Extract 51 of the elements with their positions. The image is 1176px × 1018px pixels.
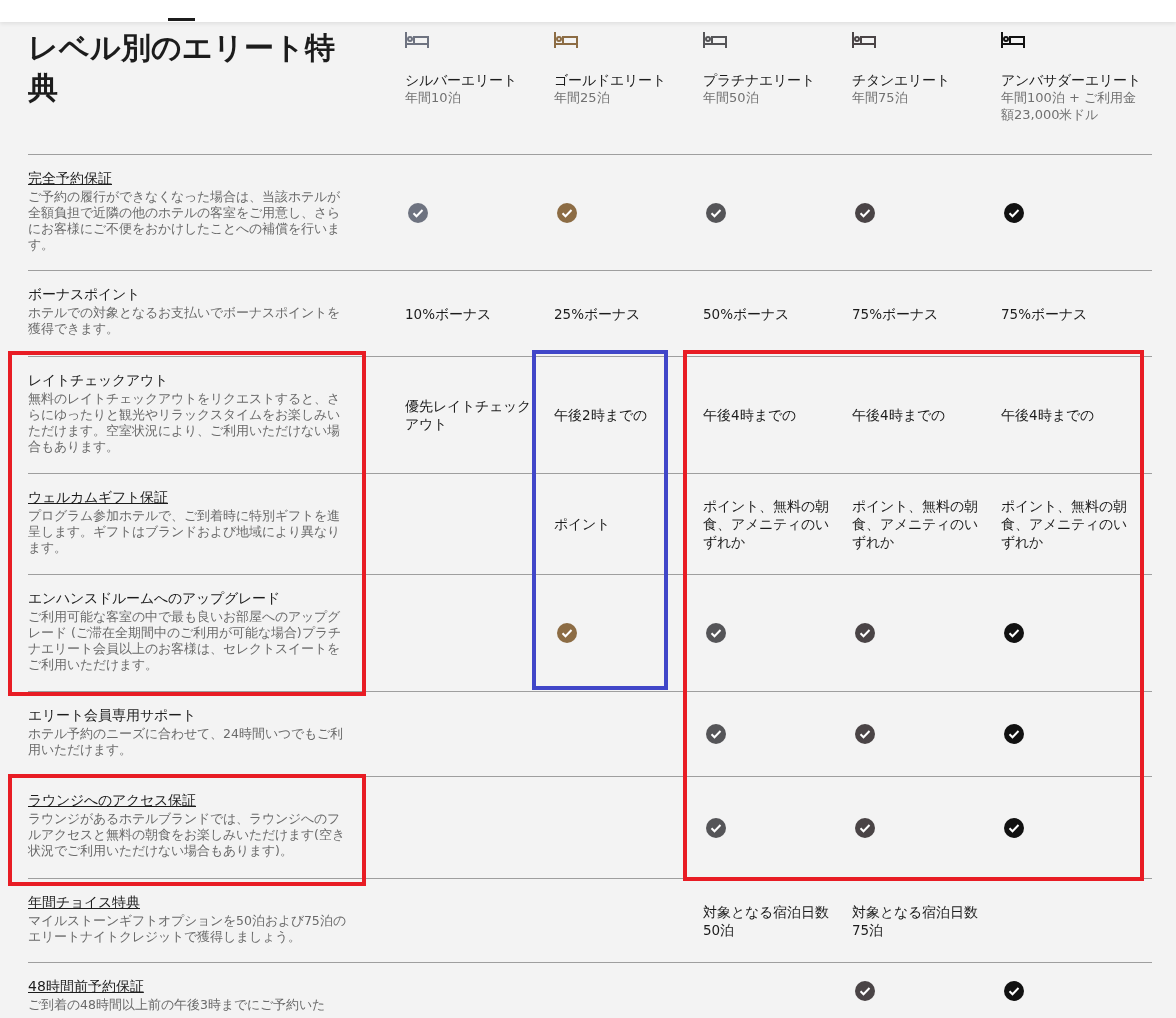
benefit-value: 50%ボーナス (703, 304, 789, 323)
benefit-value: 75%ボーナス (1001, 304, 1087, 323)
benefit-value: 75%ボーナス (852, 304, 938, 323)
benefit-title: エンハンスドルームへのアップグレード (28, 589, 280, 607)
tier-requirement: 年間10泊 (405, 89, 462, 106)
benefit-title-link[interactable]: ラウンジへのアクセス保証 (28, 791, 196, 809)
benefit-title-link[interactable]: 完全予約保証 (28, 169, 112, 187)
benefit-value: 25%ボーナス (554, 304, 640, 323)
benefit-value: 優先レイトチェックアウト (405, 397, 532, 433)
benefit-value: ポイント (554, 515, 610, 533)
benefit-description: ホテル予約のニーズに合わせて、24時間いつでもご利用いただけます。 (28, 726, 344, 758)
tier-name: アンバサダーエリート (1001, 72, 1142, 89)
bed-icon (852, 32, 876, 48)
benefit-value: 午後4時までの (852, 406, 945, 424)
active-tab-indicator (168, 18, 195, 21)
benefit-title: エリート会員専用サポート (28, 706, 196, 724)
tier-name: チタンエリート (852, 72, 951, 89)
bed-icon (703, 32, 727, 48)
tier-requirement: 年間100泊 + ご利用金額23,000米ドル (1001, 89, 1137, 123)
tier-name: プラチナエリート (703, 72, 816, 89)
benefit-title-link[interactable]: 年間チョイス特典 (28, 893, 140, 911)
benefit-title-link[interactable]: 48時間前予約保証 (28, 977, 144, 995)
tier-name: ゴールドエリート (554, 72, 667, 89)
benefit-description: ホテルでの対象となるお支払いでボーナスポイントを獲得できます。 (28, 305, 341, 337)
benefit-value: 対象となる宿泊日数50泊 (703, 902, 830, 939)
benefit-value: ポイント、無料の朝食、アメニティのいずれか (703, 497, 830, 551)
benefit-value: 10%ボーナス (405, 304, 491, 323)
benefit-value: 対象となる宿泊日数75泊 (852, 902, 979, 939)
benefit-value: ポイント、無料の朝食、アメニティのいずれか (852, 497, 979, 551)
benefit-value: 午後4時までの (1001, 406, 1094, 424)
benefit-description: ご利用可能な客室の中で最も良いお部屋へのアップグレード (ご滞在全期間中のご利用が可能な場合)プラチナエリート会員以上のお客様は、セレクトスイートをご利用いただけます。 (28, 609, 342, 673)
benefit-description: ラウンジがあるホテルブランドでは、ラウンジへのフルアクセスと無料の朝食をお楽しみいただけます(空き状況でご利用いただけない場合もあります)。 (28, 811, 346, 859)
benefit-description: マイルストーンギフトオプションを50泊および75泊のエリートナイトクレジットで獲得しましょう。 (28, 913, 347, 945)
tier-name: シルバーエリート (405, 72, 518, 89)
tier-requirement: 年間50泊 (703, 89, 760, 106)
bed-icon (554, 32, 578, 48)
benefit-value: 午後2時までの (554, 406, 647, 424)
bed-icon (1001, 32, 1025, 48)
benefit-title: ボーナスポイント (28, 285, 140, 303)
tier-requirement: 年間25泊 (554, 89, 611, 106)
bed-icon (405, 32, 429, 48)
benefit-value: ポイント、無料の朝食、アメニティのいずれか (1001, 497, 1128, 551)
benefit-title-link[interactable]: ウェルカムギフト保証 (28, 488, 168, 506)
benefit-description: 無料のレイトチェックアウトをリクエストすると、さらにゆったりと観光やリラックスタイムをお楽しみいただけます。空室状況により、ご利用いただけない場合もあります。 (28, 391, 341, 455)
benefit-description: ご予約の履行ができなくなった場合は、当該ホテルが全額負担で近隣の他のホテルの客室をご用意し、さらにお客様にご不便をおかけしたことへの補償を行います。 (28, 189, 341, 253)
tier-requirement: 年間75泊 (852, 89, 909, 106)
benefit-description: プログラム参加ホテルで、ご到着時に特別ギフトを進呈します。ギフトはブランドおよび地域により異なります。 (28, 508, 341, 556)
page-title: レベル別のエリート特典 (28, 29, 336, 107)
benefit-title: レイトチェックアウト (28, 371, 168, 389)
benefit-value: 午後4時までの (703, 406, 796, 424)
benefit-description: ご到着の48時間以上前の午後3時までにご予約いた (28, 997, 326, 1013)
